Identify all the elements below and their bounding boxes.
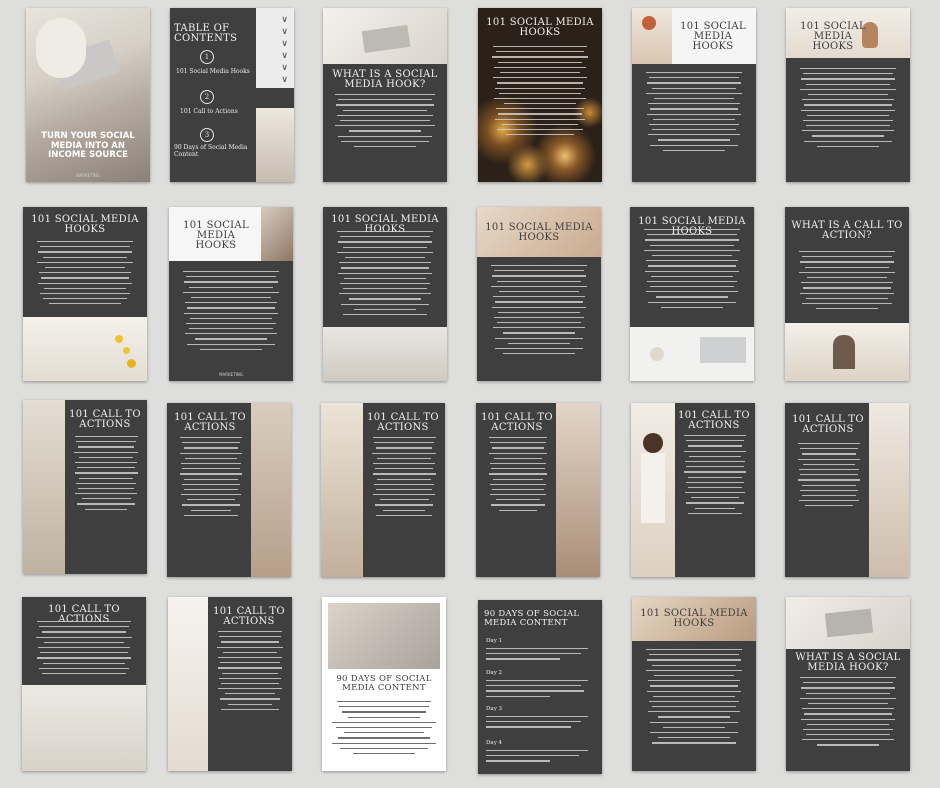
chevron-down-icon: ∨ — [281, 39, 288, 49]
page-photo — [251, 403, 291, 577]
toc-chevron-panel: ∨ ∨ ∨ ∨ ∨ ∨ — [256, 8, 294, 88]
page-hooks: 101 SOCIAL MEDIA HOOKS — [630, 207, 754, 381]
plant-photo — [23, 400, 65, 574]
day-label: Day 4 — [486, 740, 503, 746]
flower-photo — [23, 317, 147, 381]
page-title: WHAT IS A SOCIAL MEDIA HOOK? — [795, 652, 901, 673]
page-photo — [556, 403, 600, 577]
page-hooks: 101 SOCIAL MEDIA HOOKS MARKETING — [169, 207, 293, 381]
woman-photo — [631, 403, 675, 577]
page-cover: TURN YOUR SOCIAL MEDIA INTO AN INCOME SO… — [26, 8, 150, 182]
page-hooks: 101 SOCIAL MEDIA HOOKS — [786, 8, 910, 182]
chevron-down-icon: ∨ — [281, 27, 288, 37]
page-hooks: 101 SOCIAL MEDIA HOOKS — [23, 207, 147, 381]
page-90-days: 90 DAYS OF SOCIAL MEDIA CONTENT Day 1 Da… — [478, 600, 602, 774]
chevron-down-icon: ∨ — [281, 15, 288, 25]
page-hooks: 101 SOCIAL MEDIA HOOKS — [632, 597, 756, 771]
toc-item-label: 90 Days of Social Media Content — [174, 144, 248, 158]
page-photo — [323, 8, 447, 64]
page-90-days-intro: 90 DAYS OF SOCIAL MEDIA CONTENT — [322, 597, 446, 771]
grass-photo — [22, 685, 146, 771]
day-label: Day 1 — [486, 638, 503, 644]
page-title: 101 CALL TO ACTIONS — [678, 410, 750, 431]
page-what-is-hook: WHAT IS A SOCIAL MEDIA HOOK? — [323, 8, 447, 182]
page-hooks: 101 SOCIAL MEDIA HOOKS — [477, 207, 601, 381]
page-hooks-bokeh: 101 SOCIAL MEDIA HOOKS — [478, 8, 602, 182]
branch-photo — [168, 597, 208, 771]
chevron-down-icon: ∨ — [281, 63, 288, 73]
page-title: 101 CALL TO ACTIONS — [213, 606, 285, 627]
page-photo — [785, 323, 909, 381]
page-photo — [323, 327, 447, 381]
desk-photo — [630, 327, 754, 381]
page-photo — [632, 8, 672, 64]
page-title: 90 DAYS OF SOCIAL MEDIA CONTENT — [336, 674, 432, 693]
page-cta: 101 CALL TO ACTIONS — [631, 403, 755, 577]
page-cta: 101 CALL TO ACTIONS — [23, 400, 147, 574]
day-label: Day 2 — [486, 670, 503, 676]
page-hooks: 101 SOCIAL MEDIA HOOKS — [632, 8, 756, 182]
page-what-is-cta: WHAT IS A CALL TO ACTION? — [785, 207, 909, 381]
page-what-is-hook: WHAT IS A SOCIAL MEDIA HOOK? — [786, 597, 910, 771]
page-cta: 101 CALL TO ACTIONS — [476, 403, 600, 577]
page-title: 101 SOCIAL MEDIA HOOKS — [31, 214, 139, 235]
cover-title: TURN YOUR SOCIAL MEDIA INTO AN INCOME SO… — [41, 131, 135, 160]
toc-number: 3 — [200, 128, 214, 142]
page-title: 101 SOCIAL MEDIA HOOKS — [485, 222, 593, 243]
toc-number: 2 — [200, 90, 214, 104]
notebook-photo — [869, 403, 909, 577]
day-label: Day 3 — [486, 706, 503, 712]
page-title: 101 CALL TO ACTIONS — [367, 412, 439, 433]
toc-number: 1 — [200, 50, 214, 64]
page-photo — [328, 603, 440, 669]
page-footer: MARKETING — [219, 372, 243, 377]
page-cta: 101 CALL TO ACTIONS — [321, 403, 445, 577]
cover-footer: MARKETING — [76, 173, 100, 178]
page-title: 101 CALL TO ACTIONS — [481, 412, 553, 433]
toc-title: TABLE OF CONTENTS — [174, 23, 238, 44]
page-title: 101 CALL TO ACTIONS — [174, 412, 246, 433]
page-title: WHAT IS A CALL TO ACTION? — [791, 220, 903, 241]
product-mockup-grid: TURN YOUR SOCIAL MEDIA INTO AN INCOME SO… — [0, 0, 940, 788]
toc-photo — [256, 108, 294, 182]
chevron-down-icon: ∨ — [281, 51, 288, 61]
toc-item-label: 101 Call to Actions — [180, 108, 238, 115]
toc-item-label: 101 Social Media Hooks — [176, 68, 250, 75]
page-cta: 101 CALL TO ACTIONS — [167, 403, 291, 577]
page-title: 101 CALL TO ACTIONS — [792, 414, 864, 435]
page-photo — [786, 597, 910, 649]
page-title: WHAT IS A SOCIAL MEDIA HOOK? — [332, 69, 438, 90]
page-cta: 101 CALL TO ACTIONS — [785, 403, 909, 577]
page-toc: ∨ ∨ ∨ ∨ ∨ ∨ TABLE OF CONTENTS 1 101 Soci… — [170, 8, 294, 182]
chevron-down-icon: ∨ — [281, 75, 288, 85]
page-hooks: 101 SOCIAL MEDIA HOOKS — [323, 207, 447, 381]
page-cta: 101 CALL TO ACTIONS — [22, 597, 146, 771]
page-photo — [321, 403, 363, 577]
page-cta: 101 CALL TO ACTIONS — [168, 597, 292, 771]
page-title: 101 SOCIAL MEDIA HOOKS — [640, 608, 748, 629]
page-title: 101 SOCIAL MEDIA HOOKS — [680, 21, 746, 52]
page-title: 101 CALL TO ACTIONS — [69, 409, 141, 430]
page-title: 101 SOCIAL MEDIA HOOKS — [800, 21, 866, 52]
page-title: 101 SOCIAL MEDIA HOOKS — [486, 17, 594, 38]
page-title: 101 SOCIAL MEDIA HOOKS — [183, 220, 249, 251]
page-title: 90 DAYS OF SOCIAL MEDIA CONTENT — [484, 609, 580, 628]
